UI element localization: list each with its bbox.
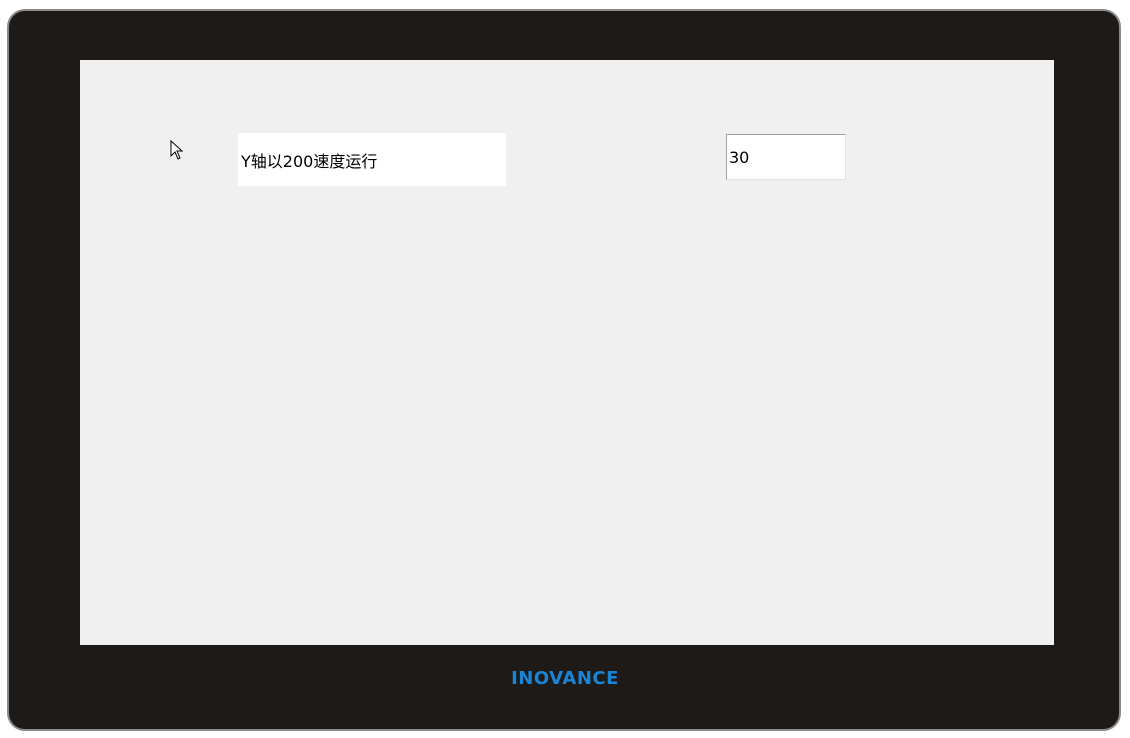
status-text-display: Y轴以200速度运行 [238,133,506,186]
hmi-screen: Y轴以200速度运行 30 [80,60,1054,645]
brand-logo: INOVANCE [0,668,1130,689]
mouse-pointer-icon [170,140,186,162]
numeric-input-field[interactable]: 30 [726,134,846,180]
